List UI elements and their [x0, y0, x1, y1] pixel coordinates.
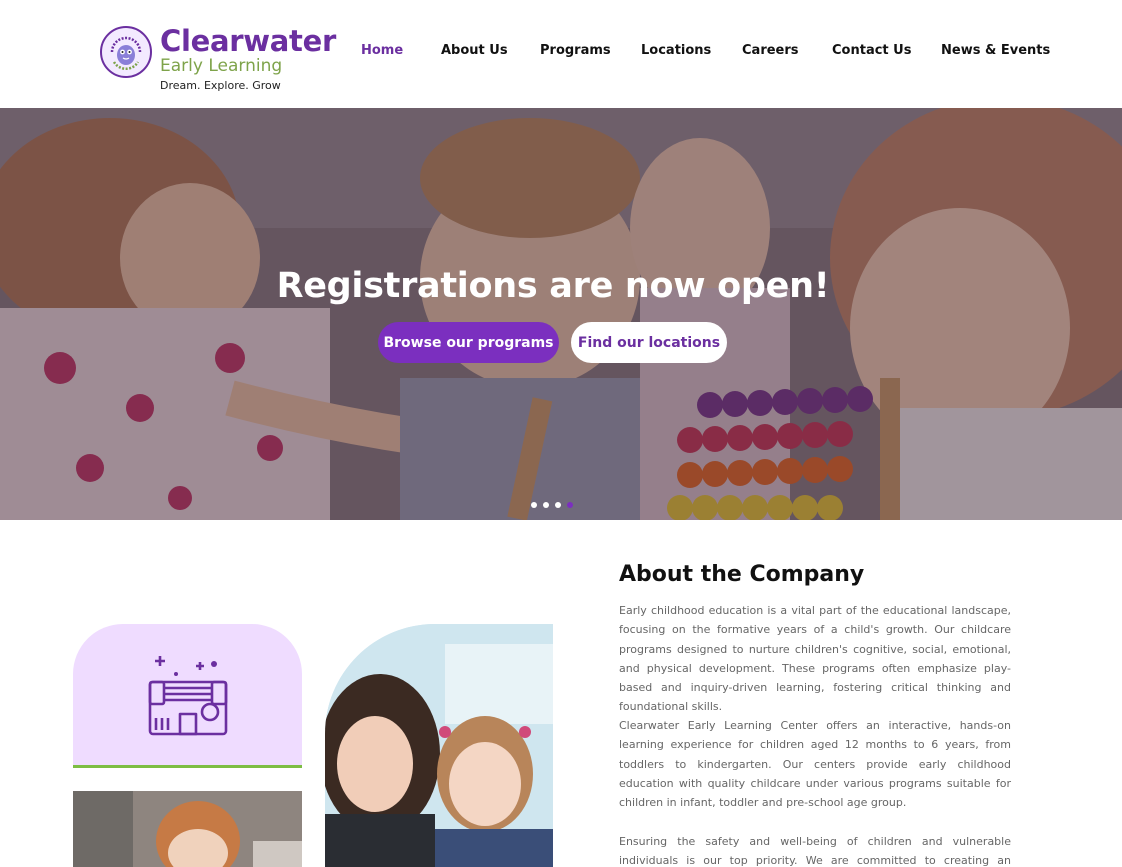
- nav-item-news-events[interactable]: News & Events: [941, 43, 1050, 58]
- logo-tagline: Dream. Explore. Grow: [160, 79, 281, 92]
- about-paragraph: Early childhood education is a vital par…: [619, 604, 1011, 714]
- nav-item-about-us[interactable]: About Us: [441, 43, 508, 58]
- slider-dot[interactable]: [543, 502, 549, 508]
- child-photo: [73, 791, 302, 867]
- hero-overlay: [0, 108, 1122, 520]
- nav-item-home[interactable]: Home: [361, 43, 403, 58]
- slider-dots: [531, 502, 573, 508]
- card-divider: [73, 765, 302, 768]
- school-building-icon: [148, 656, 228, 736]
- hero-title: Registrations are now open!: [276, 266, 830, 306]
- slider-dot[interactable]: [555, 502, 561, 508]
- teacher-child-photo: [325, 624, 553, 867]
- about-title: About the Company: [619, 562, 865, 587]
- site-header: Clearwater Early Learning Dream. Explore…: [0, 0, 1122, 108]
- main-nav: Home About Us Programs Locations Careers…: [0, 43, 1122, 63]
- find-locations-button[interactable]: Find our locations: [571, 322, 727, 363]
- nav-item-careers[interactable]: Careers: [742, 43, 799, 58]
- nav-item-programs[interactable]: Programs: [540, 43, 611, 58]
- nav-item-locations[interactable]: Locations: [641, 43, 711, 58]
- browse-programs-button[interactable]: Browse our programs: [378, 322, 559, 363]
- about-paragraph: Clearwater Early Learning Center offers …: [619, 719, 1011, 810]
- hero-slider: Registrations are now open! Browse our p…: [0, 108, 1122, 520]
- slider-dot[interactable]: [531, 502, 537, 508]
- about-paragraph: Ensuring the safety and well-being of ch…: [619, 835, 1011, 867]
- slider-dot-active[interactable]: [567, 502, 573, 508]
- nav-item-contact-us[interactable]: Contact Us: [832, 43, 911, 58]
